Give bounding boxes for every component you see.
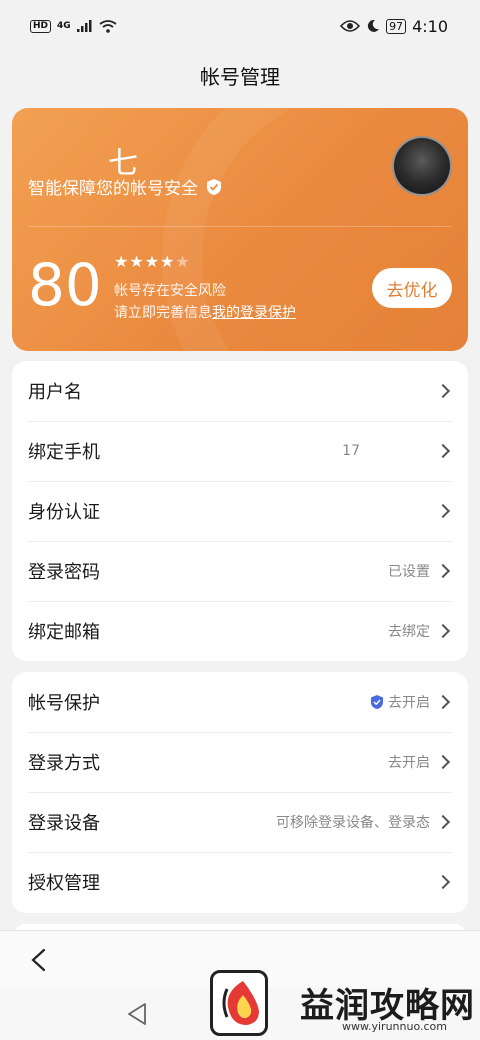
row-label: 授权管理: [28, 873, 100, 894]
row-label: 用户名: [28, 382, 82, 403]
clock: 4:10: [412, 16, 448, 36]
row-identity[interactable]: 身份认证: [12, 481, 468, 541]
row-label: 身份认证: [28, 502, 100, 523]
nav-back-icon[interactable]: [126, 1002, 148, 1026]
network-label: 4G: [57, 21, 71, 31]
chevron-right-icon: [435, 623, 451, 639]
watermark-url: www.yirunnuo.com: [342, 1020, 447, 1033]
row-password[interactable]: 登录密码 已设置: [12, 541, 468, 601]
wifi-icon: [99, 19, 117, 33]
row-value: 可移除登录设备、登录态: [276, 815, 430, 831]
security-settings-group: 帐号保护 去开启 登录方式 去开启 登录设备 可移除登录设备、登录态 授权管理: [12, 672, 468, 913]
row-login-devices[interactable]: 登录设备 可移除登录设备、登录态: [12, 792, 468, 852]
flame-logo-icon: [222, 981, 259, 1025]
row-label: 登录设备: [28, 813, 100, 834]
status-left: HD 4G: [30, 19, 117, 33]
chevron-right-icon: [435, 814, 451, 830]
star-icon: ★: [114, 252, 130, 271]
row-label: 帐号保护: [28, 693, 100, 714]
star-icon: ★: [160, 252, 176, 271]
row-account-protection[interactable]: 帐号保护 去开启: [12, 672, 468, 732]
tip-prefix: 请立即完善信息: [114, 305, 212, 321]
star-icon: ★: [129, 252, 145, 271]
row-value: 去开启: [388, 695, 430, 711]
star-icon: ★: [144, 252, 161, 271]
row-label: 绑定邮箱: [28, 622, 100, 643]
chevron-right-icon: [435, 754, 451, 770]
chevron-right-icon: [435, 503, 451, 519]
star-rating: ★★★★★: [114, 252, 191, 271]
watermark: 益润攻略网 www.yirunnuo.com: [210, 968, 480, 1040]
chevron-right-icon: [435, 694, 451, 710]
tip-line: 请立即完善信息我的登录保护: [114, 302, 296, 322]
moon-icon: [367, 19, 380, 32]
row-value: 17: [342, 443, 360, 459]
chevron-right-icon: [435, 563, 451, 579]
row-value-wrap: 去开启: [370, 692, 430, 712]
row-value: 去绑定: [388, 624, 430, 640]
page-title: 帐号管理: [200, 64, 280, 89]
status-bar: HD 4G 97 4:10: [0, 0, 480, 52]
star-empty-icon: ★: [175, 252, 191, 271]
login-protection-link[interactable]: 我的登录保护: [212, 305, 296, 321]
watermark-logo: [210, 970, 268, 1036]
account-info-group: 用户名 绑定手机 17 身份认证 登录密码 已设置 绑定邮箱 去绑定: [12, 361, 468, 661]
shield-check-icon: [207, 178, 221, 195]
status-right: 97 4:10: [340, 17, 448, 36]
row-value: 已设置: [388, 564, 430, 580]
safety-tagline: 智能保障您的帐号安全: [28, 174, 222, 199]
security-card[interactable]: 七 智能保障您的帐号安全 80 ★★★★★ 帐号存在安全风险 请立即完善信息我的…: [12, 108, 468, 351]
row-label: 绑定手机: [28, 442, 100, 463]
security-score: 80: [28, 251, 102, 319]
safety-text: 智能保障您的帐号安全: [28, 179, 198, 199]
row-authorization[interactable]: 授权管理: [12, 852, 468, 912]
row-login-method[interactable]: 登录方式 去开启: [12, 732, 468, 792]
row-username[interactable]: 用户名: [12, 361, 468, 421]
row-email[interactable]: 绑定邮箱 去绑定: [12, 601, 468, 661]
back-arrow-icon[interactable]: [24, 945, 54, 975]
chevron-right-icon: [435, 383, 451, 399]
row-value: 去开启: [388, 755, 430, 771]
chevron-right-icon: [435, 443, 451, 459]
eye-icon: [340, 20, 361, 32]
optimize-button[interactable]: 去优化: [372, 268, 452, 308]
hd-icon: HD: [30, 19, 52, 33]
card-divider: [28, 226, 452, 227]
avatar[interactable]: [392, 136, 452, 196]
row-label: 登录方式: [28, 753, 100, 774]
battery-icon: 97: [386, 18, 407, 34]
shield-icon: [371, 695, 383, 709]
row-label: 登录密码: [28, 562, 100, 583]
risk-text: 帐号存在安全风险: [114, 283, 226, 299]
signal-icon: [76, 20, 92, 32]
chevron-right-icon: [435, 874, 451, 890]
row-bind-phone[interactable]: 绑定手机 17: [12, 421, 468, 481]
